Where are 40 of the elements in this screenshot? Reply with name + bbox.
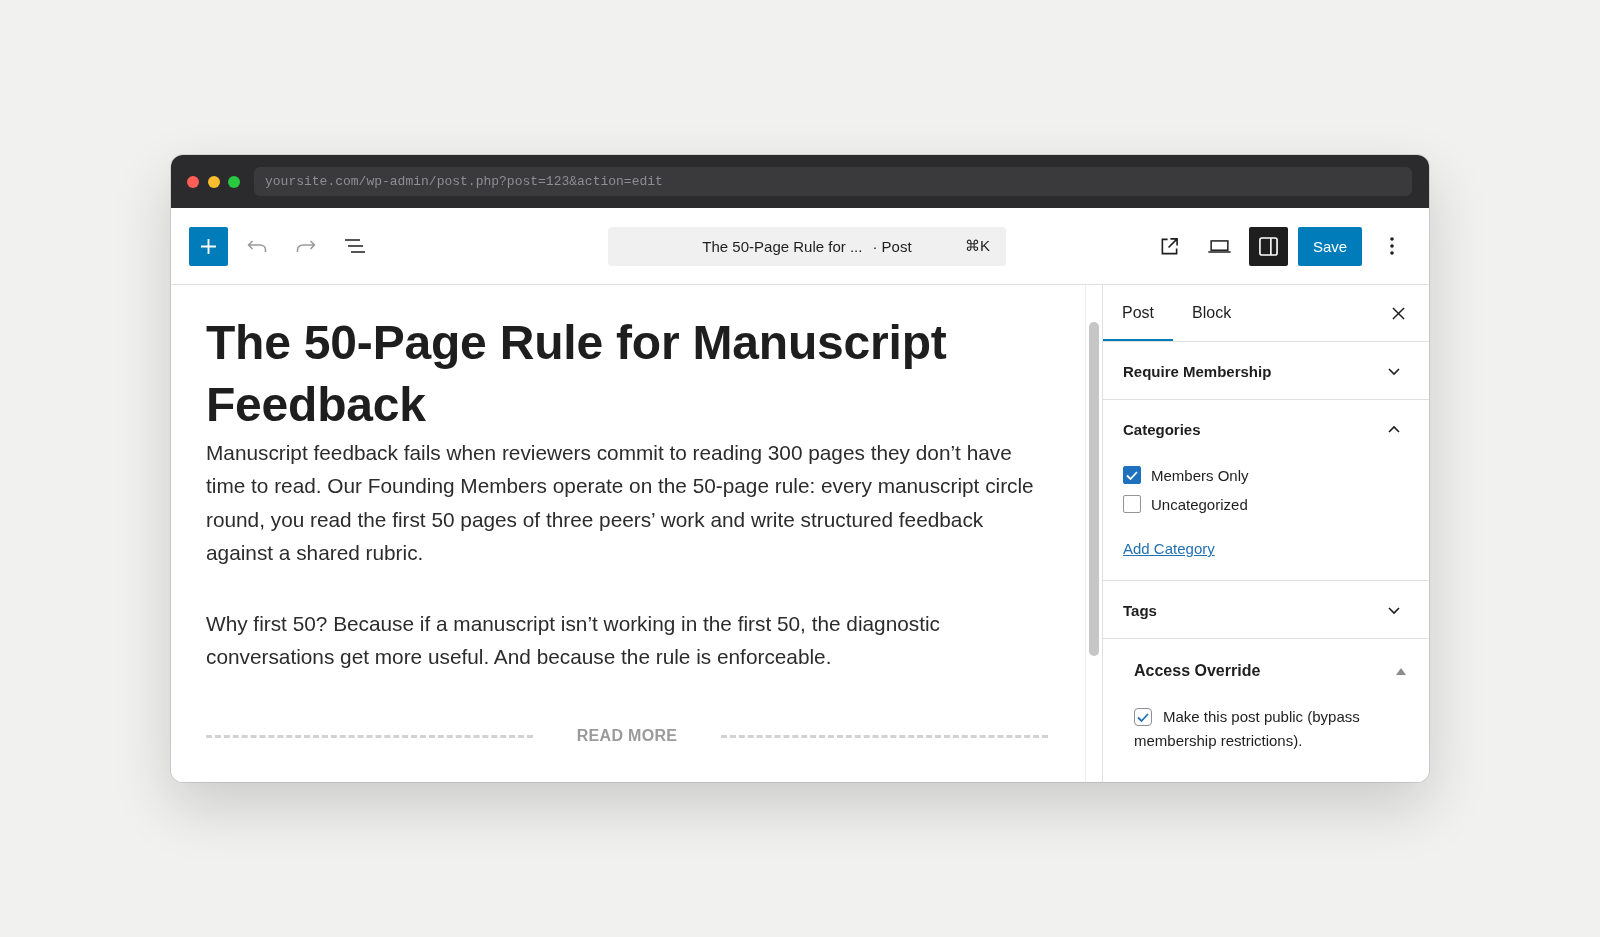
- read-more-label: READ MORE: [576, 727, 678, 746]
- sidebar-tab[interactable]: Post: [1103, 285, 1173, 341]
- minimize-dot-icon[interactable]: [207, 175, 220, 188]
- undo-icon: [247, 239, 267, 253]
- check-icon: [1137, 712, 1149, 722]
- settings-toggle-button[interactable]: [1249, 226, 1288, 266]
- external-link-icon: [1159, 236, 1179, 256]
- panel-header[interactable]: Require Membership: [1103, 342, 1429, 399]
- add-category-link[interactable]: Add Category: [1123, 540, 1215, 557]
- address-bar[interactable]: yoursite.com/wp-admin/post.php?post=123&action=edit: [254, 167, 1412, 196]
- document-title: The 50-Page Rule for ...: [702, 237, 863, 255]
- close-dot-icon[interactable]: [187, 175, 199, 188]
- checkbox-label[interactable]: Members Only: [1151, 466, 1249, 484]
- sidebar-icon: [1259, 236, 1278, 256]
- document-bar[interactable]: The 50-Page Rule for ... · Post ⌘K: [608, 226, 1006, 266]
- list-icon: [345, 239, 365, 253]
- panel-header[interactable]: Categories: [1103, 400, 1429, 457]
- maximize-dot-icon[interactable]: [228, 175, 240, 188]
- checkbox-label[interactable]: Make this post public (bypass membership restrictions).: [1134, 705, 1409, 753]
- vertical-dots-icon: [1390, 237, 1394, 255]
- scrollbar[interactable]: [1089, 322, 1099, 656]
- add-block-button[interactable]: [189, 226, 228, 266]
- check-icon: [1126, 470, 1138, 480]
- plus-icon: [201, 238, 216, 254]
- checkbox[interactable]: [1134, 708, 1152, 726]
- panel-header[interactable]: Access Override: [1103, 639, 1429, 699]
- post-type-label: · Post: [872, 237, 912, 255]
- checkbox[interactable]: [1123, 495, 1141, 513]
- post-title: The 50-Page Rule for Manuscript Feedback: [206, 315, 948, 433]
- checkbox[interactable]: [1123, 466, 1141, 484]
- checkbox-label[interactable]: Uncategorized: [1151, 495, 1248, 513]
- save-button[interactable]: Save: [1298, 226, 1362, 266]
- paragraph: Why first 50? Because if a manuscript isn’t working in the first 50, the diagnostic conversations get more useful. And because the rule is enforceable.: [206, 610, 941, 671]
- panel-header[interactable]: Tags: [1103, 581, 1429, 638]
- shortcut-label: ⌘K: [965, 237, 990, 255]
- paragraph: Manuscript feedback fails when reviewers commit to reading 300 pages they don’t have time to read. Our Founding Members operate on the 50-page rule: every manuscript circle round, you read the first 50 pages of three peers’ work and write structured feedback against a shared rubric.: [206, 440, 1035, 567]
- laptop-icon: [1207, 239, 1231, 253]
- redo-icon: [296, 239, 316, 253]
- sidebar-tab[interactable]: Block: [1173, 285, 1251, 341]
- close-icon: [1391, 306, 1405, 320]
